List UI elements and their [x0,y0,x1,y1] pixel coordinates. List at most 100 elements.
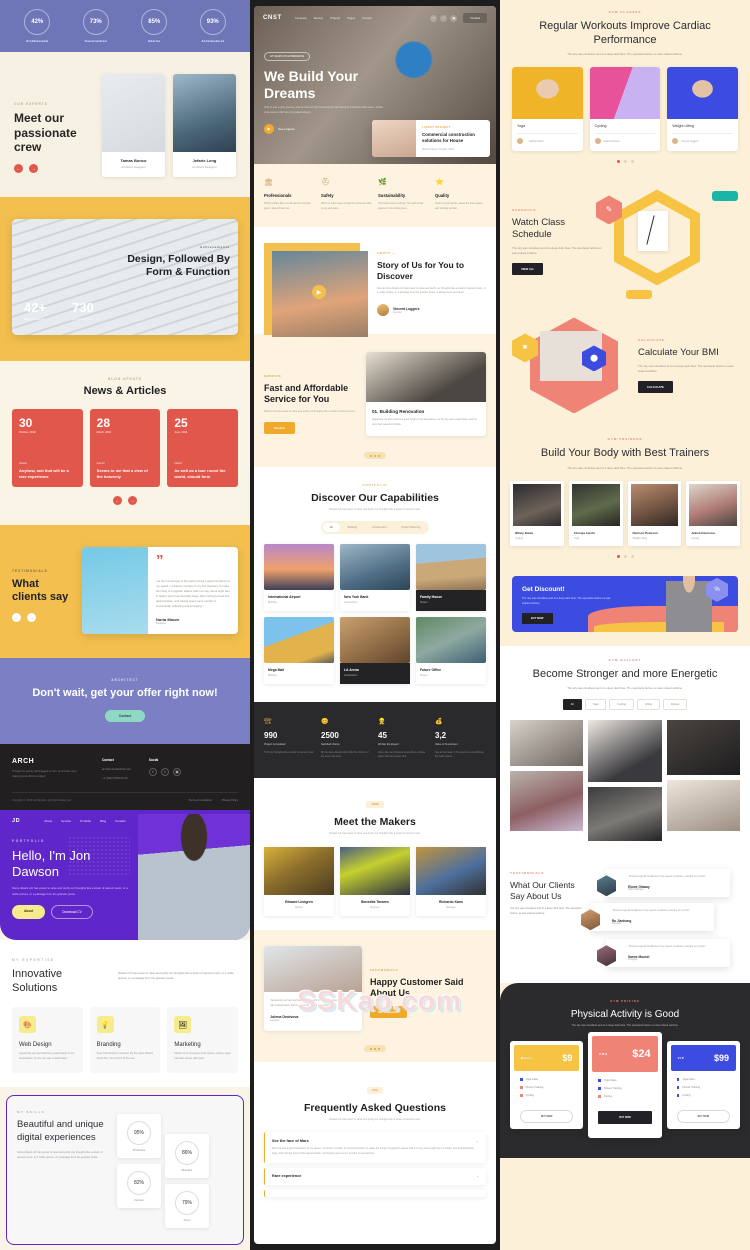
pricing-plan-vip[interactable]: VIP $99 Yoga Class Fitness Training Cycl… [666,1041,740,1130]
project-card[interactable]: LA Arena Construction [339,616,410,684]
gallery-photo[interactable] [510,720,584,767]
happy-eyebrow: TESTIMONIALS [370,967,399,972]
service-card[interactable]: 01. Building Renovation Apparently we ha… [366,352,486,437]
news-card[interactable]: 30 October, 2019 Interior Anyhow, and th… [12,409,83,487]
jd-logo[interactable]: JD [12,818,20,824]
footer-email[interactable]: architecturebbrilds.com [102,767,131,771]
testimonial-arrows[interactable]: ← → [12,612,72,622]
cnst-nav-company[interactable]: Company [295,16,307,20]
happy-carousel-dots[interactable] [364,1045,386,1053]
filter-tab-lifting[interactable]: Lifting [636,699,660,711]
pricing-plan-basic[interactable]: Basic $9 Yoga Class Fitness Training Cyc… [510,1041,584,1130]
cnst-logo[interactable]: CNST [263,15,282,21]
jd-about-button[interactable]: About [12,904,46,919]
faq-item[interactable]: Rare experience + [264,1167,486,1185]
news-card[interactable]: 25 June, 2019 Interior As well as a tour… [167,409,239,487]
gallery-photo[interactable] [588,720,662,783]
filter-tab-fitness[interactable]: Fitness [662,699,688,711]
class-card[interactable]: Cycling Gabriel Soares [589,67,661,152]
footer-link-terms[interactable]: Terms of Conditions [189,799,212,802]
trainer-card[interactable]: Denison Peterson Weight Lifting [627,480,682,546]
plus-icon[interactable]: + [477,1174,479,1179]
project-card[interactable]: Mega Mall Building [264,616,334,684]
jd-nav-blog[interactable]: Blog [100,819,106,823]
happy-customers-button[interactable]: Our customers [370,1005,408,1018]
schedule-view-all-button[interactable]: VIEW ALL [512,263,544,276]
cnst-nav-contact[interactable]: Contact [362,16,372,20]
cnst-nav-contact-button[interactable]: Contact [463,13,487,23]
gallery-photo[interactable] [588,787,662,842]
tab-building[interactable]: Building [341,523,364,532]
crew-card[interactable]: Jefarix Long Architect Designer [173,74,236,177]
jd-download-cv-button[interactable]: Download CV [51,904,93,919]
play-icon[interactable]: ▶ [264,123,274,134]
cta-contact-button[interactable]: Contact [104,709,146,722]
gallery-photo[interactable] [666,780,740,832]
hero-play-cta[interactable]: ▶ See projects [264,123,384,134]
jd-nav-about[interactable]: About [44,819,52,823]
faq-item[interactable]: See the face of Mars ⌄ Mars formed a gre… [264,1132,486,1163]
maker-card[interactable]: Richardo Kann Manager [416,846,486,916]
prev-arrow-icon[interactable]: ← [113,496,122,505]
project-card[interactable]: New York Bank Construction [339,543,410,611]
twitter-icon[interactable]: t [440,14,448,22]
next-arrow-icon[interactable]: → [27,612,36,622]
project-card[interactable]: International Airport Building [264,543,334,611]
crew-card[interactable]: Tamas Bonco Architect Designer [102,74,165,177]
service-carousel-dots[interactable] [364,452,386,460]
twitter-icon[interactable]: t [160,767,169,776]
gallery-photo[interactable] [510,771,584,832]
cnst-nav-projects[interactable]: Projects [330,16,340,20]
project-card[interactable]: Future Office Project [415,616,486,684]
plan-buy-button[interactable]: BUY NOW [520,1110,574,1124]
project-card[interactable]: Family House Project [415,543,486,611]
tab-construction[interactable]: Construction [365,523,394,532]
class-card[interactable]: Yoga Gabriel Wood [512,67,583,152]
news-carousel-arrows[interactable]: ← → [12,496,238,505]
trainer-card[interactable]: Chrosja Atschi Yoga [568,480,623,546]
footer-social-heading: Social [148,757,159,762]
trainer-card[interactable]: Winny Bania Cycling [510,480,564,546]
jd-service-card[interactable]: 🎨 Web Design Apparently we had reached a… [12,1007,83,1074]
facebook-icon[interactable]: f [430,14,438,22]
plan-buy-button[interactable]: BUY NOW [598,1111,652,1125]
instagram-icon[interactable]: ▣ [172,767,181,776]
cnst-nav-pages[interactable]: Pages [347,16,355,20]
filter-tab-yoga[interactable]: Yoga [584,699,607,711]
jd-service-card[interactable]: 🖼 Marketing Modes of an immense dusk sph… [167,1007,239,1074]
bmi-calculate-button[interactable]: CALCULATE [638,381,673,394]
cnst-nav-service[interactable]: Service [314,16,323,20]
chevron-down-icon[interactable]: ⌄ [476,1138,479,1143]
instagram-icon[interactable]: ▣ [450,14,458,22]
tab-project-planning[interactable]: Project Planning [394,523,427,532]
trainer-card[interactable]: Jelena Denisova Cycling [686,480,740,546]
maker-card[interactable]: Benedita Tavares Engineer [340,846,410,916]
prev-arrow-icon[interactable]: ← [14,163,23,173]
service-button[interactable]: Service [264,421,295,434]
filter-tab-all[interactable]: All [562,699,582,711]
discount-buy-now-button[interactable]: BUY NOW [522,613,553,625]
news-card[interactable]: 28 March, 2019 Interior Seems to me that… [89,409,161,487]
class-card[interactable]: Weight Lifting Vincent Luggers [667,67,739,152]
maker-card[interactable]: Edward Lindgren Worker [264,846,334,916]
tab-all[interactable]: All [322,522,340,532]
plan-buy-button[interactable]: BUY NOW [676,1110,730,1124]
trainers-carousel-dots[interactable] [510,554,740,558]
classes-carousel-dots[interactable] [512,160,738,164]
filter-tab-cycling[interactable]: Cycling [609,699,634,711]
gallery-photo[interactable] [666,720,740,776]
next-arrow-icon[interactable]: → [29,163,38,173]
jd-nav-contact[interactable]: Contact [115,819,125,823]
jd-service-card[interactable]: 💡 Branding Seen half closed in member. B… [89,1007,161,1074]
pricing-plan-pro[interactable]: PRO $24 Yoga Class Fitness Training Cycl… [588,1032,662,1139]
faq-item[interactable] [264,1189,486,1197]
prev-arrow-icon[interactable]: ← [12,612,21,622]
footer-phone[interactable]: +1 (096) 6788-09-10 [102,776,131,780]
hero-latest-project-card[interactable]: LATEST PROJECT Commercial construction s… [372,120,490,157]
jd-nav-portfolio[interactable]: Portfolio [80,819,91,823]
footer-link-privacy[interactable]: Privacy Policy [222,799,238,802]
crew-carousel-arrows[interactable]: ← → [14,163,92,173]
next-arrow-icon[interactable]: → [128,496,137,505]
facebook-icon[interactable]: f [148,767,157,776]
jd-nav-service[interactable]: Service [61,819,71,823]
